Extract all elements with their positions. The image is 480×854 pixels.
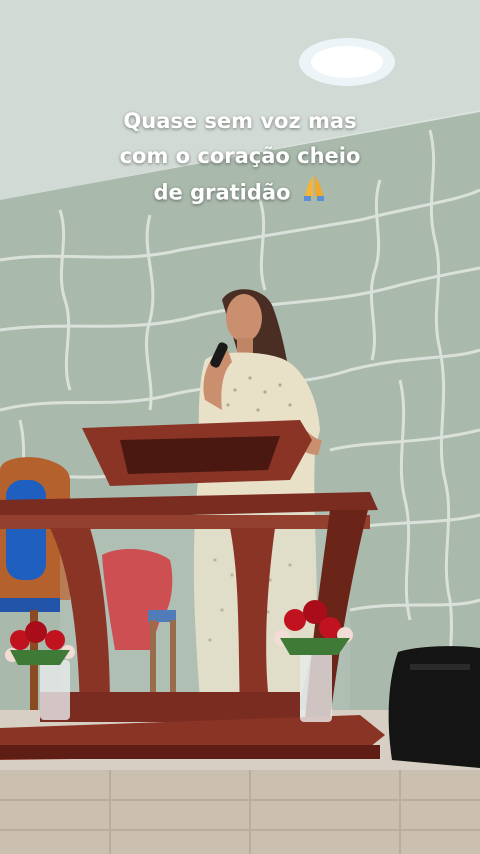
- photo-frame: Quase sem voz mas com o coração cheio de…: [0, 0, 480, 854]
- caption-line-1: Quase sem voz mas: [123, 109, 357, 133]
- story-caption: Quase sem voz mas com o coração cheio de…: [40, 104, 440, 213]
- caption-line-3: de gratidão: [40, 174, 440, 213]
- caption-line-2: com o coração cheio: [119, 144, 361, 168]
- praying-hands-icon: [301, 174, 327, 213]
- caption-line-3-text: de gratidão: [153, 180, 291, 205]
